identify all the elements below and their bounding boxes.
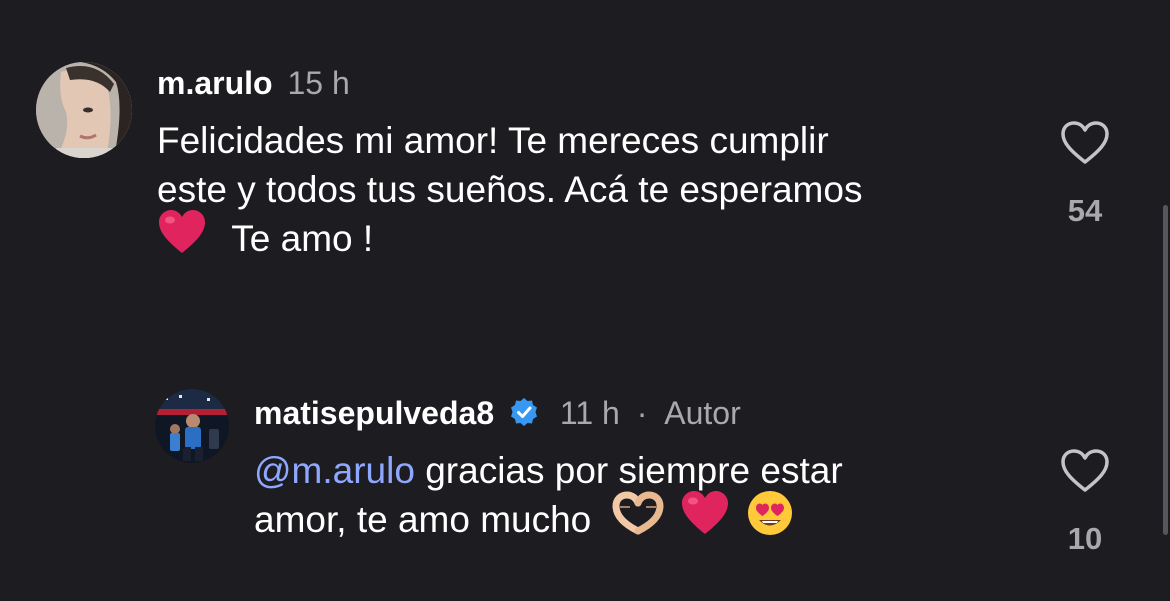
comment-line-end: Te amo !: [231, 218, 374, 259]
verified-badge-icon: [509, 397, 539, 435]
username[interactable]: matisepulveda8: [254, 395, 494, 431]
heart-hands-emoji: [612, 491, 664, 547]
reply-header: matisepulveda8 11 h · Autor: [254, 394, 741, 435]
scrollbar[interactable]: [1163, 205, 1168, 535]
comment-text: Felicidades mi amor! Te mereces cumplir …: [157, 116, 862, 267]
comment-line-text: gracias por siempre estar: [414, 450, 843, 491]
avatar-image: [36, 62, 132, 158]
comment-item: m.arulo 15 h Felicidades mi amor! Te mer…: [0, 0, 1170, 330]
author-label: Autor: [664, 395, 741, 431]
comment-line: amor, te amo mucho: [254, 491, 843, 549]
avatar[interactable]: [36, 62, 132, 158]
heart-outline-icon: [1061, 449, 1109, 492]
reply-item: matisepulveda8 11 h · Autor @m.arulo gra…: [0, 380, 1170, 601]
like-count: 10: [1067, 521, 1103, 556]
like-button[interactable]: [1060, 120, 1110, 171]
heart-eyes-emoji: [746, 491, 794, 549]
heart-emoji: [157, 210, 207, 267]
heart-emoji: [680, 491, 730, 548]
like-column: 10: [1055, 448, 1115, 557]
like-column: 54: [1055, 120, 1115, 229]
comment-header: m.arulo 15 h: [157, 64, 350, 102]
like-count: 54: [1067, 193, 1103, 228]
timestamp: 15 h: [287, 65, 350, 101]
like-button[interactable]: [1060, 448, 1110, 499]
comment-line: Te amo !: [157, 210, 862, 267]
comment-line: Felicidades mi amor! Te mereces cumplir: [157, 120, 829, 161]
reply-text: @m.arulo gracias por siempre estar amor,…: [254, 446, 843, 549]
timestamp: 11 h: [559, 395, 620, 431]
mention-link[interactable]: @m.arulo: [254, 450, 415, 491]
separator: ·: [636, 395, 648, 431]
heart-outline-icon: [1061, 121, 1109, 164]
avatar[interactable]: [155, 389, 229, 463]
comment-line-text: amor, te amo mucho: [254, 499, 592, 540]
username[interactable]: m.arulo: [157, 65, 273, 101]
avatar-image: [155, 389, 229, 463]
comment-line: este y todos tus sueños. Acá te esperamo…: [157, 169, 863, 210]
comment-line: @m.arulo gracias por siempre estar: [254, 446, 843, 495]
